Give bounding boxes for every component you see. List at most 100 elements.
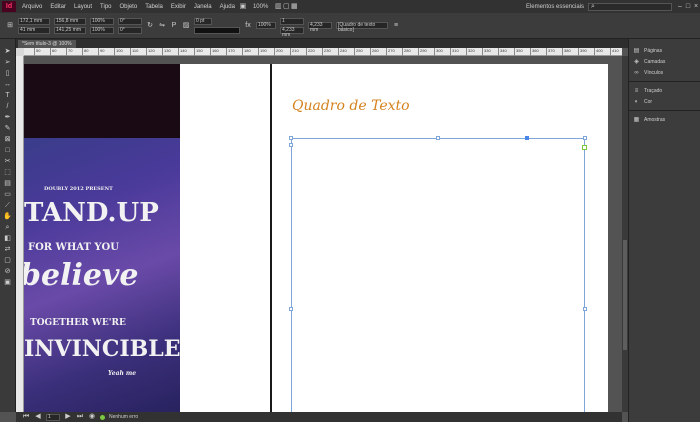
formatting-icon[interactable]: ▢ bbox=[2, 256, 13, 265]
handle-middle-left[interactable] bbox=[289, 307, 293, 311]
scale-x-field[interactable]: 100% bbox=[90, 17, 114, 25]
fill-stroke-icon[interactable]: ◧ bbox=[2, 234, 13, 243]
preflight-status[interactable]: Nenhum erro bbox=[109, 414, 138, 420]
handle-top-right[interactable] bbox=[583, 136, 587, 140]
page-tool-icon[interactable]: ▯ bbox=[2, 69, 13, 78]
menu-icon[interactable]: ≡ bbox=[392, 22, 400, 30]
width-field[interactable]: 156,8 mm bbox=[54, 17, 86, 25]
scissors-tool-icon[interactable]: ✂ bbox=[2, 157, 13, 166]
close-icon[interactable]: × bbox=[692, 3, 700, 11]
search-input[interactable]: ⌕ bbox=[588, 2, 672, 11]
ruler-tick: 80 bbox=[82, 48, 88, 56]
panel-divider bbox=[629, 110, 700, 111]
x-field[interactable]: 172,1 mm bbox=[18, 17, 50, 25]
scale-y-field[interactable]: 100% bbox=[90, 26, 114, 34]
rectangle-frame-tool-icon[interactable]: ⊠ bbox=[2, 135, 13, 144]
right-page[interactable]: Quadro de Texto bbox=[272, 64, 608, 412]
arrange-icon[interactable]: ▦ bbox=[290, 3, 298, 11]
poster-line-2: TAND.UP bbox=[24, 198, 159, 228]
note-tool-icon[interactable]: ▭ bbox=[2, 190, 13, 199]
maximize-icon[interactable]: □ bbox=[684, 3, 692, 11]
minimize-icon[interactable]: – bbox=[676, 3, 684, 11]
menu-exibir[interactable]: Exibir bbox=[167, 4, 190, 10]
handle-in-port[interactable] bbox=[525, 136, 529, 140]
last-page-icon[interactable]: ⏭ bbox=[76, 413, 84, 421]
menu-janela[interactable]: Janela bbox=[190, 4, 216, 10]
document-tab[interactable]: *Sem título-3 @ 100% bbox=[18, 40, 76, 48]
vertical-scroll-thumb[interactable] bbox=[623, 240, 627, 350]
menu-tipo[interactable]: Tipo bbox=[96, 4, 115, 10]
vertical-ruler[interactable] bbox=[16, 56, 24, 412]
panel-layers[interactable]: ◈ Camadas bbox=[629, 56, 700, 67]
menu-ajuda[interactable]: Ajuda bbox=[216, 4, 239, 10]
menu-layout[interactable]: Layout bbox=[70, 4, 96, 10]
preflight-toggle-icon[interactable]: ◉ bbox=[88, 413, 96, 421]
screen-mode-icon[interactable]: ▢ bbox=[282, 3, 290, 11]
bridge-icon[interactable]: ▣ bbox=[239, 3, 247, 11]
handle-out-port[interactable] bbox=[582, 145, 587, 150]
menu-editar[interactable]: Editar bbox=[46, 4, 70, 10]
fx-icon[interactable]: fx bbox=[244, 22, 252, 30]
gutter-field[interactable]: 4,233 mm bbox=[280, 26, 304, 37]
fill-icon[interactable]: ▨ bbox=[182, 22, 190, 30]
frame-width-field[interactable]: 4,233 mm bbox=[308, 22, 332, 33]
gradient-tool-icon[interactable]: ▤ bbox=[2, 179, 13, 188]
page-number-field[interactable]: 1 bbox=[46, 413, 60, 421]
rectangle-tool-icon[interactable]: □ bbox=[2, 146, 13, 155]
pen-tool-icon[interactable]: ✒ bbox=[2, 113, 13, 122]
opacity-field[interactable]: 100% bbox=[256, 22, 276, 29]
document-canvas[interactable]: DOUBLY 2012 PRESENT TAND.UP FOR WHAT YOU… bbox=[24, 56, 622, 412]
next-page-icon[interactable]: ▶ bbox=[64, 413, 72, 421]
type-tool-icon[interactable]: T bbox=[2, 91, 13, 100]
handle-top-center[interactable] bbox=[436, 136, 440, 140]
panel-links[interactable]: ∞ Vínculos bbox=[629, 67, 700, 78]
handle-top-left[interactable] bbox=[289, 136, 293, 140]
columns-field[interactable]: 1 bbox=[280, 17, 304, 25]
eyedropper-tool-icon[interactable]: ⟋ bbox=[2, 201, 13, 210]
menu-arquivo[interactable]: Arquivo bbox=[18, 4, 46, 10]
page-heading[interactable]: Quadro de Texto bbox=[292, 98, 410, 114]
panel-stroke[interactable]: ≡ Traçado bbox=[629, 85, 700, 96]
text-frame[interactable] bbox=[289, 136, 587, 412]
view-options-icon[interactable]: ▥ bbox=[274, 3, 282, 11]
panel-color[interactable]: ◐ Cor bbox=[629, 96, 700, 107]
left-page[interactable]: DOUBLY 2012 PRESENT TAND.UP FOR WHAT YOU… bbox=[24, 64, 270, 412]
free-transform-tool-icon[interactable]: ⬚ bbox=[2, 168, 13, 177]
panel-pages[interactable]: ▤ Páginas bbox=[629, 45, 700, 56]
poster-line-6: INVINCIBLE bbox=[24, 336, 180, 362]
zoom-level[interactable]: 100% bbox=[247, 4, 274, 10]
horizontal-ruler[interactable]: 50 60 70 80 90 100 110 120 130 140 150 160 170 180 190… bbox=[24, 48, 622, 56]
object-style-field[interactable]: [Quadro de texto básico] bbox=[336, 22, 388, 33]
direct-selection-tool-icon[interactable]: ➢ bbox=[2, 58, 13, 67]
selection-tool-icon[interactable]: ➤ bbox=[2, 47, 13, 56]
flip-icon[interactable]: ⇋ bbox=[158, 22, 166, 30]
swap-colors-icon[interactable]: ⇄ bbox=[2, 245, 13, 254]
shear-field[interactable]: 0° bbox=[118, 26, 142, 34]
handle-middle-right[interactable] bbox=[583, 307, 587, 311]
workspace-switcher[interactable]: Elementos essenciais bbox=[522, 4, 588, 10]
ruler-origin[interactable] bbox=[16, 48, 24, 56]
gap-tool-icon[interactable]: ↔ bbox=[2, 80, 13, 89]
y-field[interactable]: 41 mm bbox=[18, 26, 50, 34]
handle-in-port-left[interactable] bbox=[289, 143, 293, 147]
placed-image-poster[interactable]: DOUBLY 2012 PRESENT TAND.UP FOR WHAT YOU… bbox=[24, 138, 180, 412]
pencil-tool-icon[interactable]: ✎ bbox=[2, 124, 13, 133]
stroke-type-field[interactable] bbox=[194, 26, 240, 34]
rotate-icon[interactable]: ↻ bbox=[146, 22, 154, 30]
stroke-weight-field[interactable]: 0 pt bbox=[194, 17, 212, 25]
zoom-tool-icon[interactable]: ⌕ bbox=[2, 223, 13, 232]
menu-objeto[interactable]: Objeto bbox=[116, 4, 142, 10]
first-page-icon[interactable]: ⏮ bbox=[22, 413, 30, 421]
height-field[interactable]: 141,25 mm bbox=[54, 26, 86, 34]
line-tool-icon[interactable]: / bbox=[2, 102, 13, 111]
apply-none-icon[interactable]: ⊘ bbox=[2, 267, 13, 276]
rotate-field[interactable]: 0° bbox=[118, 17, 142, 25]
menu-tabela[interactable]: Tabela bbox=[141, 4, 167, 10]
hand-tool-icon[interactable]: ✋ bbox=[2, 212, 13, 221]
reference-point-icon[interactable]: ⊞ bbox=[6, 22, 14, 30]
prev-page-icon[interactable]: ◀ bbox=[34, 413, 42, 421]
placed-image-dark[interactable] bbox=[24, 64, 180, 138]
select-container-icon[interactable]: P bbox=[170, 22, 178, 30]
screen-mode-tool-icon[interactable]: ▣ bbox=[2, 278, 13, 287]
panel-swatches[interactable]: ▦ Amostras bbox=[629, 114, 700, 125]
